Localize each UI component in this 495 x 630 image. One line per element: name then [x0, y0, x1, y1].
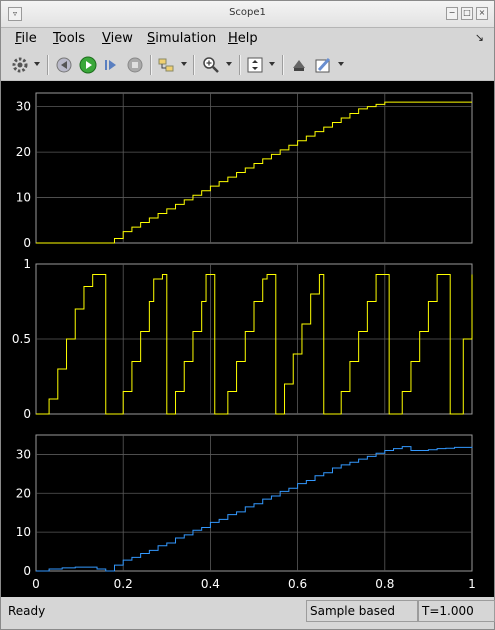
y-tick-label: 0.5 — [12, 332, 31, 346]
menu-bar: File Tools View Simulation Help ↘ — [1, 28, 494, 49]
toolbar-separator — [150, 55, 152, 75]
y-tick-label: 30 — [16, 447, 31, 461]
toolbar-separator — [282, 55, 284, 75]
toolbar-separator — [239, 55, 241, 75]
highlight-dropdown-icon[interactable] — [181, 62, 187, 66]
axes-3-frame — [35, 434, 473, 572]
autoscale-icon[interactable] — [245, 55, 265, 75]
style-dropdown-icon[interactable] — [338, 62, 344, 66]
x-tick-label: 0.8 — [375, 577, 394, 591]
y-tick-label: 30 — [16, 100, 31, 114]
y-tick-label: 0 — [23, 236, 31, 250]
y-tick-label: 20 — [16, 145, 31, 159]
plot-area: 0 10 20 30 0 0.5 1 0 10 20 30 0 0.2 0.4 0.6 0.8 1 — [1, 81, 494, 597]
scope-plots[interactable]: 010203000.5101020300 0.2 0.4 0.6 0.8 1 — [1, 81, 494, 597]
style-icon[interactable] — [313, 55, 333, 75]
sampling-mode-field: Sample based — [306, 600, 419, 622]
menu-simulation[interactable]: Simulation — [147, 31, 216, 46]
zoom-in-icon[interactable] — [201, 55, 221, 75]
title-bar[interactable]: ▿ Scope1 − □ × — [1, 1, 494, 28]
gear-dropdown-icon[interactable] — [34, 62, 40, 66]
minimize-icon[interactable]: − — [446, 7, 458, 20]
y-tick-label: 0 — [23, 407, 31, 421]
simulation-time-field: T=1.000 — [417, 600, 495, 622]
status-bar: Ready Sample based T=1.000 — [1, 598, 495, 629]
y-tick-label: 20 — [16, 486, 31, 500]
toolbar — [1, 50, 494, 81]
menu-file[interactable]: File — [15, 31, 37, 46]
menu-help[interactable]: Help — [228, 31, 258, 46]
run-icon[interactable] — [78, 55, 98, 75]
x-tick-label: 0.4 — [201, 577, 220, 591]
y-tick-label: 1 — [23, 257, 31, 271]
step-forward-icon[interactable] — [102, 55, 120, 75]
stop-icon[interactable] — [126, 55, 144, 75]
x-tick-label: 0.2 — [114, 577, 133, 591]
x-tick-label: 0 — [32, 577, 40, 591]
x-tick-label: 0.6 — [288, 577, 307, 591]
step-back-icon[interactable] — [55, 55, 73, 75]
x-tick-label: 1 — [468, 577, 476, 591]
maximize-icon[interactable]: □ — [461, 7, 473, 20]
y-tick-label: 10 — [16, 525, 31, 539]
scope-window: ▿ Scope1 − □ × File Tools View Simulatio… — [0, 0, 495, 630]
toolbar-separator — [47, 55, 49, 75]
y-tick-label: 10 — [16, 191, 31, 205]
undock-icon[interactable]: ↘ — [475, 31, 484, 44]
gear-icon[interactable] — [10, 55, 30, 75]
status-text: Ready — [8, 604, 46, 618]
zoom-dropdown-icon[interactable] — [226, 62, 232, 66]
y-tick-label: 0 — [23, 564, 31, 578]
highlight-block-icon[interactable] — [156, 55, 176, 75]
window-title: Scope1 — [229, 7, 266, 18]
autoscale-dropdown-icon[interactable] — [269, 62, 275, 66]
close-icon[interactable]: × — [476, 7, 488, 20]
toolbar-separator — [193, 55, 195, 75]
menu-view[interactable]: View — [102, 31, 133, 46]
legend-icon[interactable] — [289, 55, 309, 75]
menu-tools[interactable]: Tools — [53, 31, 85, 46]
